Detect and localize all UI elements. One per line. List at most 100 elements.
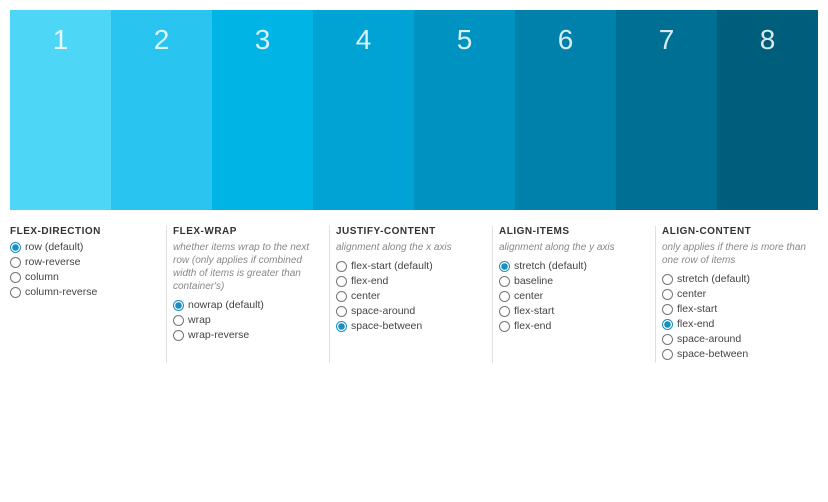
radio-input-flex-end[interactable]: [499, 321, 510, 332]
radio-label-column: column: [25, 271, 59, 283]
radio-group-flex-direction: row (default) row-reverse column column-rev…: [10, 241, 160, 298]
radio-label-flex-end: flex-end: [514, 320, 551, 332]
radio-label-stretch: stretch (default): [514, 260, 587, 272]
radio-label-flex-end: flex-end: [677, 318, 714, 330]
column-number: 7: [659, 24, 675, 56]
radio-option-center[interactable]: center: [336, 290, 486, 302]
radio-label-row-reverse: row-reverse: [25, 256, 80, 268]
radio-input-nowrap[interactable]: [173, 300, 184, 311]
radio-option-stretch[interactable]: stretch (default): [499, 260, 649, 272]
radio-label-stretch: stretch (default): [677, 273, 750, 285]
radio-input-flex-end[interactable]: [662, 319, 673, 330]
radio-input-wrap-reverse[interactable]: [173, 330, 184, 341]
radio-option-baseline[interactable]: baseline: [499, 275, 649, 287]
radio-input-baseline[interactable]: [499, 276, 510, 287]
radio-option-row[interactable]: row (default): [10, 241, 160, 253]
color-bar-section: 1 2 3 4 5 6 7 8: [10, 10, 818, 210]
radio-label-nowrap: nowrap (default): [188, 299, 264, 311]
radio-label-space-around: space-around: [677, 333, 741, 345]
column-number: 8: [760, 24, 776, 56]
radio-input-space-between[interactable]: [662, 349, 673, 360]
radio-label-wrap: wrap: [188, 314, 211, 326]
radio-option-space-around[interactable]: space-around: [662, 333, 812, 345]
radio-label-flex-start: flex-start: [514, 305, 554, 317]
radio-label-flex-start: flex-start (default): [351, 260, 433, 272]
radio-input-flex-end[interactable]: [336, 276, 347, 287]
group-title-align-content: ALIGN-CONTENT: [662, 226, 812, 237]
radio-option-flex-end[interactable]: flex-end: [336, 275, 486, 287]
control-group-align-items: ALIGN-ITEMS alignment along the y axis str…: [493, 226, 656, 363]
radio-option-stretch[interactable]: stretch (default): [662, 273, 812, 285]
color-column-3: 3: [212, 10, 313, 210]
group-desc-align-content: only applies if there is more than one r…: [662, 241, 812, 267]
radio-label-column-reverse: column-reverse: [25, 286, 97, 298]
radio-group-flex-wrap: nowrap (default) wrap wrap-reverse: [173, 299, 323, 341]
group-desc-align-items: alignment along the y axis: [499, 241, 649, 254]
radio-option-flex-end[interactable]: flex-end: [499, 320, 649, 332]
group-title-flex-direction: FLEX-DIRECTION: [10, 226, 160, 237]
control-group-align-content: ALIGN-CONTENT only applies if there is mo…: [656, 226, 818, 363]
radio-input-column[interactable]: [10, 272, 21, 283]
color-column-7: 7: [616, 10, 717, 210]
radio-group-align-items: stretch (default) baseline center flex-star…: [499, 260, 649, 332]
radio-label-wrap-reverse: wrap-reverse: [188, 329, 249, 341]
radio-option-column[interactable]: column: [10, 271, 160, 283]
color-column-2: 2: [111, 10, 212, 210]
column-number: 2: [154, 24, 170, 56]
radio-input-space-around[interactable]: [662, 334, 673, 345]
color-column-8: 8: [717, 10, 818, 210]
radio-label-row: row (default): [25, 241, 83, 253]
radio-option-flex-start[interactable]: flex-start (default): [336, 260, 486, 272]
radio-label-flex-end: flex-end: [351, 275, 388, 287]
radio-input-center[interactable]: [499, 291, 510, 302]
radio-option-space-around[interactable]: space-around: [336, 305, 486, 317]
radio-input-stretch[interactable]: [662, 274, 673, 285]
radio-option-wrap-reverse[interactable]: wrap-reverse: [173, 329, 323, 341]
column-number: 4: [356, 24, 372, 56]
radio-option-row-reverse[interactable]: row-reverse: [10, 256, 160, 268]
group-desc-flex-wrap: whether items wrap to the next row (only…: [173, 241, 323, 293]
radio-input-space-between[interactable]: [336, 321, 347, 332]
column-number: 6: [558, 24, 574, 56]
radio-option-flex-end[interactable]: flex-end: [662, 318, 812, 330]
radio-option-space-between[interactable]: space-between: [662, 348, 812, 360]
control-group-flex-direction: FLEX-DIRECTION row (default) row-reverse co…: [10, 226, 167, 363]
radio-input-space-around[interactable]: [336, 306, 347, 317]
radio-input-wrap[interactable]: [173, 315, 184, 326]
radio-input-row-reverse[interactable]: [10, 257, 21, 268]
group-desc-justify-content: alignment along the x axis: [336, 241, 486, 254]
radio-input-flex-start[interactable]: [662, 304, 673, 315]
group-title-align-items: ALIGN-ITEMS: [499, 226, 649, 237]
color-column-4: 4: [313, 10, 414, 210]
radio-input-stretch[interactable]: [499, 261, 510, 272]
control-group-justify-content: JUSTIFY-CONTENT alignment along the x axi…: [330, 226, 493, 363]
controls-section: FLEX-DIRECTION row (default) row-reverse co…: [0, 210, 828, 373]
radio-option-wrap[interactable]: wrap: [173, 314, 323, 326]
radio-input-column-reverse[interactable]: [10, 287, 21, 298]
radio-input-center[interactable]: [336, 291, 347, 302]
radio-label-center: center: [677, 288, 706, 300]
radio-option-space-between[interactable]: space-between: [336, 320, 486, 332]
radio-option-center[interactable]: center: [499, 290, 649, 302]
radio-input-row[interactable]: [10, 242, 21, 253]
group-title-flex-wrap: FLEX-WRAP: [173, 226, 323, 237]
group-title-justify-content: JUSTIFY-CONTENT: [336, 226, 486, 237]
color-column-5: 5: [414, 10, 515, 210]
radio-option-flex-start[interactable]: flex-start: [662, 303, 812, 315]
color-column-6: 6: [515, 10, 616, 210]
radio-input-flex-start[interactable]: [336, 261, 347, 272]
color-column-1: 1: [10, 10, 111, 210]
radio-input-flex-start[interactable]: [499, 306, 510, 317]
radio-option-nowrap[interactable]: nowrap (default): [173, 299, 323, 311]
radio-group-justify-content: flex-start (default) flex-end center space-…: [336, 260, 486, 332]
radio-input-center[interactable]: [662, 289, 673, 300]
radio-option-center[interactable]: center: [662, 288, 812, 300]
radio-label-center: center: [514, 290, 543, 302]
control-group-flex-wrap: FLEX-WRAP whether items wrap to the next …: [167, 226, 330, 363]
radio-option-column-reverse[interactable]: column-reverse: [10, 286, 160, 298]
column-number: 1: [53, 24, 69, 56]
radio-option-flex-start[interactable]: flex-start: [499, 305, 649, 317]
column-number: 5: [457, 24, 473, 56]
column-number: 3: [255, 24, 271, 56]
radio-label-space-around: space-around: [351, 305, 415, 317]
